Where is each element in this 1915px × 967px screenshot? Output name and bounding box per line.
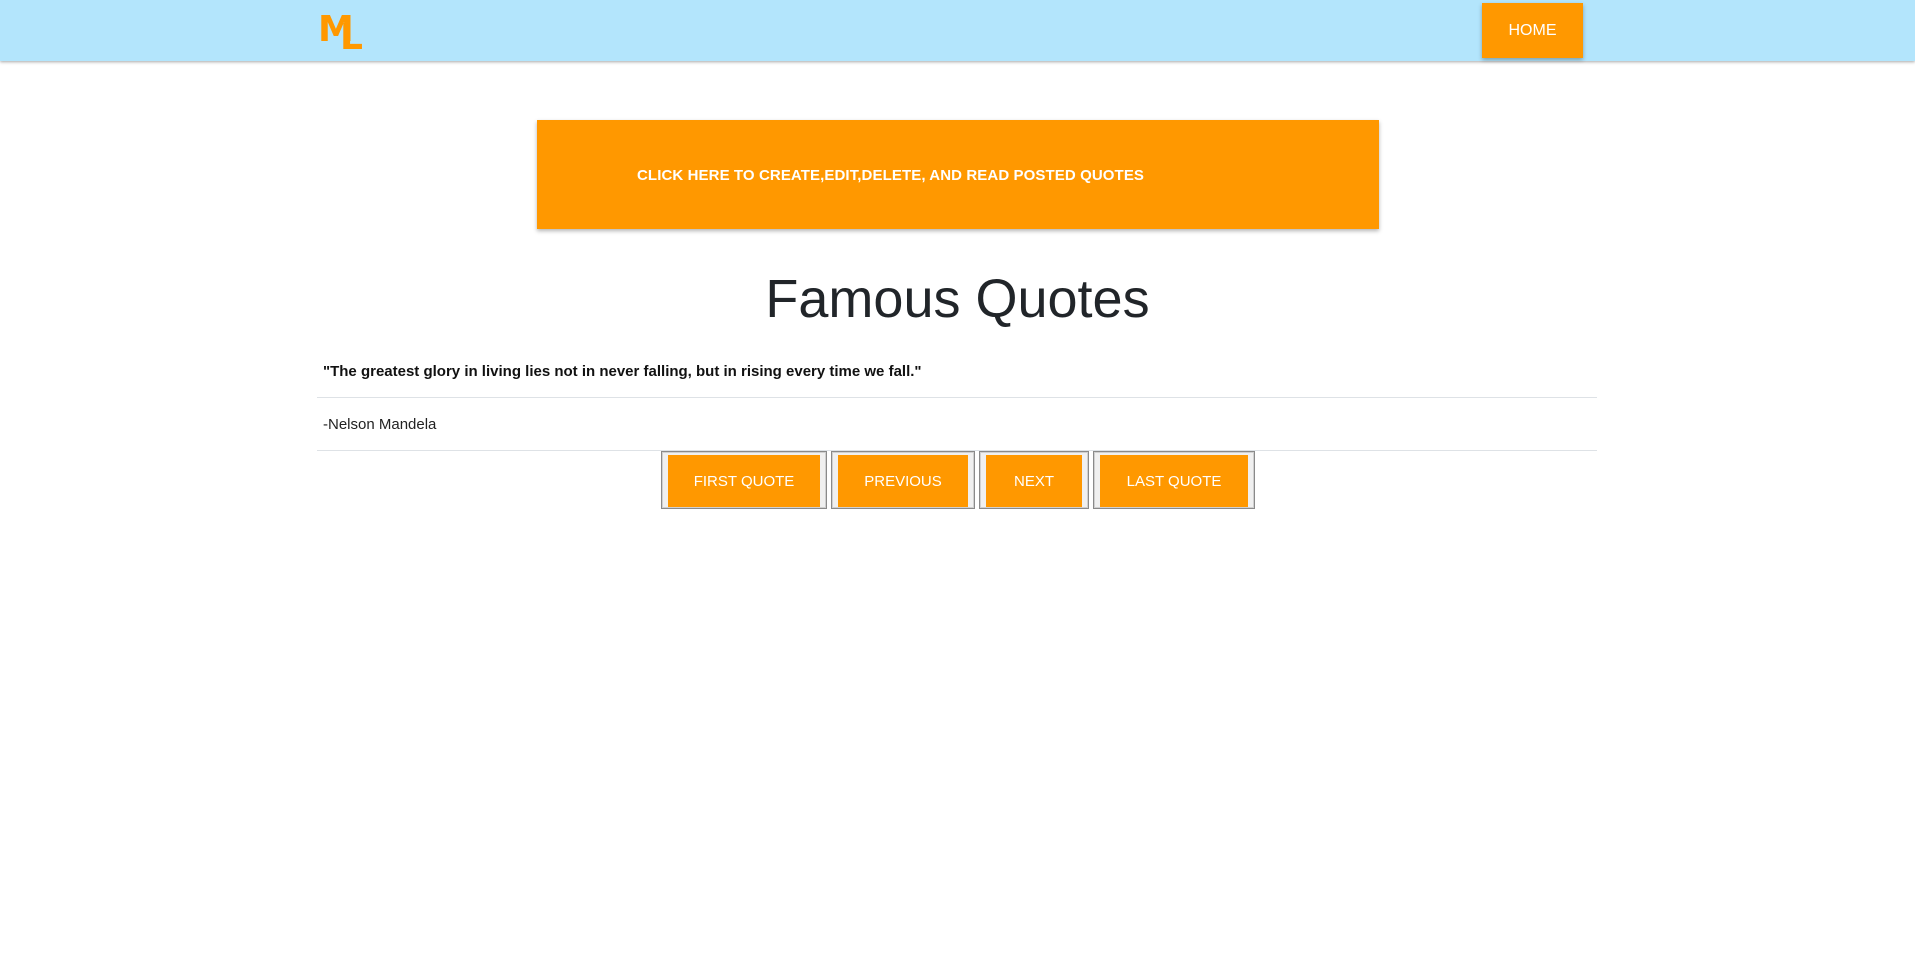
quote-text: "The greatest glory in living lies not i…: [323, 363, 922, 380]
ml-logo[interactable]: M L: [318, 12, 368, 58]
quote-row: "The greatest glory in living lies not i…: [317, 345, 1597, 398]
logo-letter-l: L: [340, 17, 363, 58]
quote-author: -Nelson Mandela: [323, 416, 437, 433]
first-quote-button[interactable]: FIRST QUOTE: [668, 455, 820, 507]
previous-button[interactable]: PREVIOUS: [838, 455, 968, 507]
home-button[interactable]: HOME: [1482, 3, 1583, 58]
author-row: -Nelson Mandela: [317, 398, 1597, 451]
next-button[interactable]: NEXT: [986, 455, 1082, 507]
pager-cell-first: FIRST QUOTE: [661, 451, 827, 509]
banner-label: CLICK HERE TO CREATE,EDIT,DELETE, AND RE…: [637, 167, 1145, 184]
pager-cell-last: LAST QUOTE: [1093, 451, 1255, 509]
pager-cell-next: NEXT: [979, 451, 1089, 509]
page-title: Famous Quotes: [765, 269, 1150, 329]
last-quote-button[interactable]: LAST QUOTE: [1100, 455, 1248, 507]
top-navbar: M L HOME: [0, 0, 1915, 61]
manage-quotes-banner-button[interactable]: CLICK HERE TO CREATE,EDIT,DELETE, AND RE…: [537, 120, 1379, 229]
pager-cell-previous: PREVIOUS: [831, 451, 975, 509]
